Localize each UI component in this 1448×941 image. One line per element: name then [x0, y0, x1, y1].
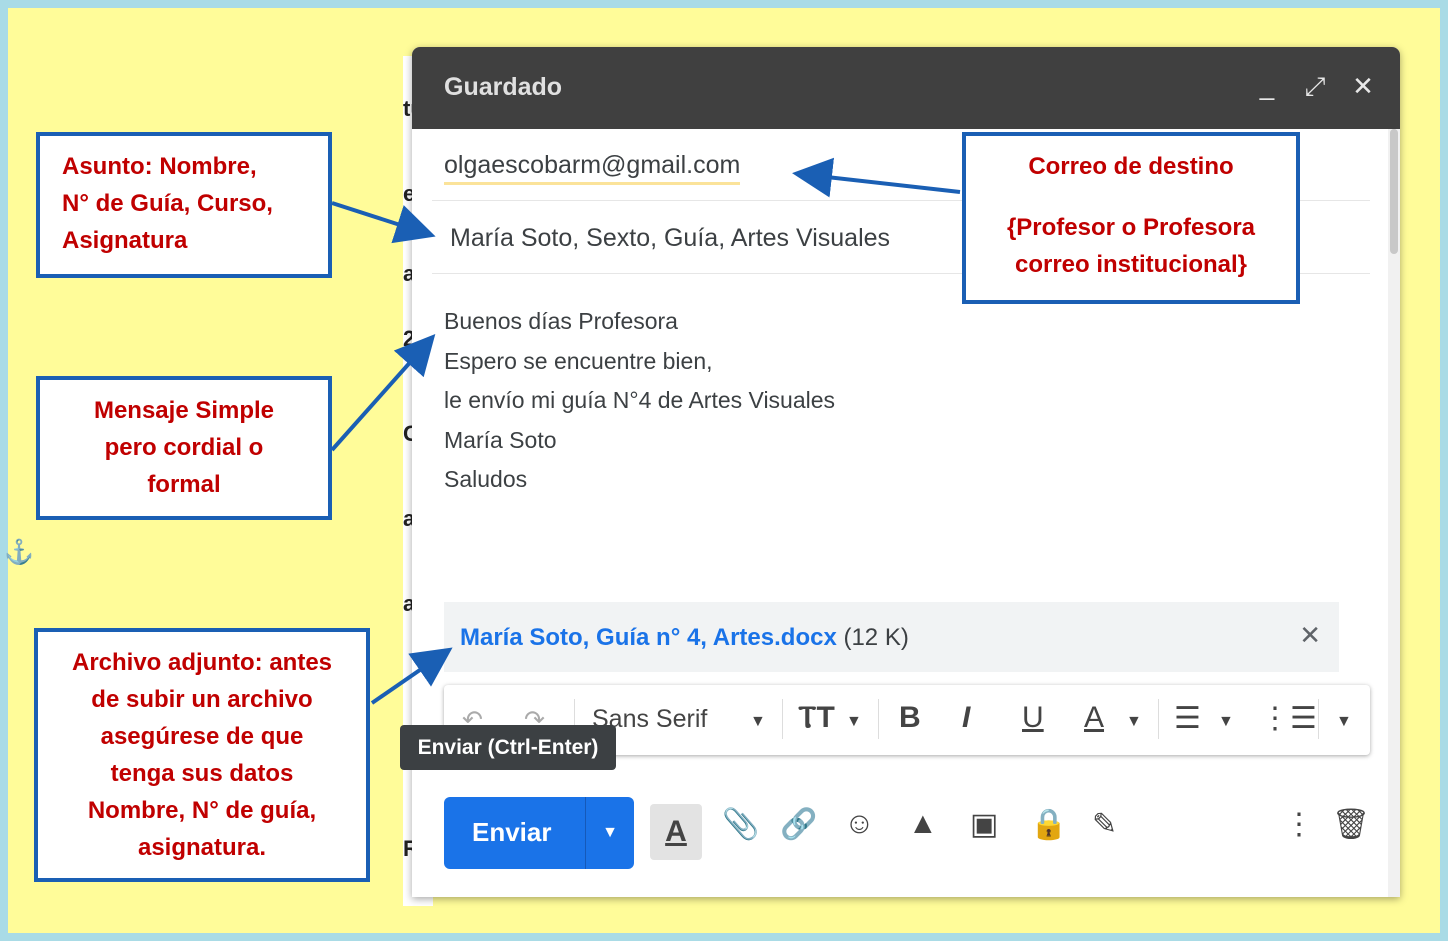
compose-titlebar: Guardado _ ⤢ ✕ — [412, 47, 1400, 129]
note-line: asegúrese de que — [100, 723, 304, 750]
send-options-icon[interactable]: ▼ — [585, 797, 634, 869]
note-line: Asignatura — [62, 227, 188, 254]
note-line: Archivo adjunto: antes — [71, 649, 333, 676]
more-options-icon[interactable]: ⋮ — [1284, 807, 1314, 842]
chevron-down-icon[interactable]: ▼ — [846, 713, 862, 731]
align-icon[interactable]: ☰ — [1174, 701, 1201, 736]
close-icon[interactable]: ✕ — [1350, 71, 1376, 103]
note-message: Mensaje Simple pero cordial o formal — [36, 376, 332, 520]
message-body[interactable]: Buenos días Profesora Espero se encuentr… — [444, 302, 835, 500]
insert-link-icon[interactable]: 🔗 — [780, 807, 817, 842]
note-line: correo institucional} — [1014, 251, 1248, 278]
note-line: asignatura. — [137, 834, 267, 861]
note-line: N° de Guía, Curso, — [62, 190, 273, 217]
scrollbar[interactable] — [1388, 129, 1400, 897]
body-line: Saludos — [444, 466, 528, 492]
text-color-button[interactable]: A — [1084, 701, 1104, 735]
body-line: le envío mi guía N°4 de Artes Visuales — [444, 387, 836, 413]
note-line: de subir un archivo — [91, 686, 313, 713]
numbered-list-icon[interactable]: ⋮☰ — [1260, 701, 1317, 736]
confidential-mode-icon[interactable]: 🔒 — [1030, 807, 1067, 842]
discard-draft-icon[interactable]: 🗑 — [1332, 807, 1370, 842]
chevron-down-icon[interactable]: ▼ — [1218, 713, 1234, 731]
attachment-size: (12 K) — [843, 624, 909, 651]
to-field[interactable]: olgaescobarm@gmail.com — [444, 151, 741, 185]
note-line: Mensaje Simple — [93, 397, 275, 424]
italic-button[interactable]: I — [962, 701, 970, 735]
note-attachment: Archivo adjunto: antes de subir un archi… — [34, 628, 370, 882]
note-line: Asunto: Nombre, — [62, 153, 257, 180]
attachment-name[interactable]: María Soto, Guía n° 4, Artes.docx — [460, 624, 837, 651]
body-line: Espero se encuentre bien, — [444, 347, 713, 374]
attach-file-icon[interactable]: 📎 — [722, 807, 759, 842]
signature-icon[interactable]: ✎ — [1092, 807, 1117, 842]
scrollbar-thumb[interactable] — [1390, 129, 1398, 254]
bold-button[interactable]: B — [899, 701, 921, 735]
send-tooltip: Enviar (Ctrl-Enter) — [400, 725, 616, 770]
remove-attachment-icon[interactable]: ✕ — [1299, 620, 1321, 651]
body-line: María Soto — [444, 426, 557, 453]
body-line: Buenos días Profesora — [444, 308, 678, 334]
insert-photo-icon[interactable]: ▣ — [970, 807, 998, 842]
attachment-chip[interactable]: María Soto, Guía n° 4, Artes.docx (12 K)… — [444, 602, 1339, 672]
drive-icon[interactable]: ▲ — [908, 807, 938, 841]
minimize-icon[interactable]: _ — [1254, 71, 1280, 103]
note-line: pero cordial o — [104, 434, 264, 461]
formatting-options-button[interactable]: A — [650, 804, 702, 860]
send-button[interactable]: Enviar ▼ — [444, 797, 634, 869]
note-line: tenga sus datos — [110, 760, 294, 787]
emoji-icon[interactable]: ☺ — [844, 807, 875, 841]
compose-title: Guardado — [444, 73, 563, 101]
note-recipient: Correo de destino {Profesor o Profesora … — [962, 132, 1300, 304]
note-line: Correo de destino — [1028, 153, 1234, 180]
more-formatting-icon[interactable]: ▼ — [1336, 713, 1352, 731]
subject-field[interactable]: María Soto, Sexto, Guía, Artes Visuales — [450, 224, 890, 253]
note-line: formal — [147, 471, 221, 498]
underline-button[interactable]: U — [1022, 701, 1044, 735]
send-label: Enviar — [472, 817, 552, 847]
expand-icon[interactable]: ⤢ — [1302, 71, 1328, 103]
anchor-icon: ⚓ — [4, 539, 34, 566]
note-line: {Profesor o Profesora — [1006, 214, 1256, 241]
chevron-down-icon[interactable]: ▼ — [1126, 713, 1142, 731]
font-size-icon[interactable]: ⲦT — [798, 701, 835, 735]
chevron-down-icon[interactable]: ▼ — [750, 713, 766, 731]
note-line: Nombre, N° de guía, — [87, 797, 317, 824]
note-subject: Asunto: Nombre, N° de Guía, Curso, Asign… — [36, 132, 332, 278]
